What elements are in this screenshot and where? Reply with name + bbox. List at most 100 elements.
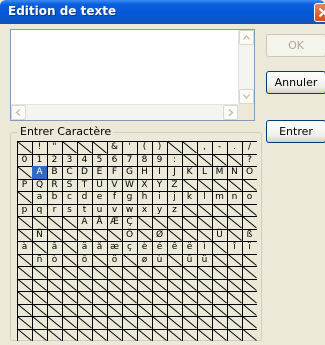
char-cell[interactable]: ï (242, 241, 257, 254)
char-cell-empty[interactable] (212, 254, 227, 267)
char-cell-empty[interactable] (197, 316, 212, 329)
char-cell[interactable]: d (77, 191, 92, 204)
char-cell-empty[interactable] (17, 304, 32, 317)
char-cell[interactable]: V (107, 179, 122, 192)
char-cell-empty[interactable] (137, 266, 152, 279)
char-cell[interactable]: E (92, 166, 107, 179)
char-cell[interactable]: M (212, 166, 227, 179)
char-cell-empty[interactable] (167, 141, 182, 154)
char-cell-empty[interactable] (77, 291, 92, 304)
char-cell-empty[interactable] (152, 291, 167, 304)
char-cell-empty[interactable] (92, 291, 107, 304)
char-cell[interactable]: 2 (47, 154, 62, 167)
char-cell-empty[interactable] (242, 316, 257, 329)
char-cell-empty[interactable] (212, 304, 227, 317)
char-cell-empty[interactable] (122, 291, 137, 304)
char-cell-empty[interactable] (152, 279, 167, 292)
char-cell-empty[interactable] (197, 266, 212, 279)
char-cell[interactable]: ) (152, 141, 167, 154)
char-cell[interactable]: O (242, 166, 257, 179)
char-cell[interactable]: ß (242, 229, 257, 242)
char-cell-empty[interactable] (107, 329, 122, 342)
char-cell-empty[interactable] (227, 279, 242, 292)
text-editor[interactable] (10, 29, 255, 121)
char-cell-empty[interactable] (212, 279, 227, 292)
char-cell[interactable]: s (62, 204, 77, 217)
char-cell-empty[interactable] (137, 316, 152, 329)
char-cell[interactable]: R (47, 179, 62, 192)
char-cell[interactable]: 3 (62, 154, 77, 167)
char-cell[interactable]: ' (122, 141, 137, 154)
char-cell-empty[interactable] (242, 179, 257, 192)
char-cell-empty[interactable] (197, 154, 212, 167)
char-cell-empty[interactable] (242, 254, 257, 267)
horizontal-scrollbar[interactable] (11, 104, 238, 120)
char-cell[interactable]: z (167, 204, 182, 217)
char-cell-empty[interactable] (227, 266, 242, 279)
char-cell-empty[interactable] (197, 329, 212, 342)
char-cell[interactable]: 8 (137, 154, 152, 167)
char-cell-empty[interactable] (167, 279, 182, 292)
char-cell[interactable]: S (62, 179, 77, 192)
char-cell[interactable]: k (182, 191, 197, 204)
char-cell[interactable]: ä (77, 241, 92, 254)
char-cell[interactable]: ë (182, 241, 197, 254)
char-cell[interactable]: X (137, 179, 152, 192)
char-cell[interactable]: " (47, 141, 62, 154)
char-cell[interactable]: o (242, 191, 257, 204)
title-bar[interactable]: Edition de texte (0, 0, 325, 24)
char-cell-empty[interactable] (212, 204, 227, 217)
char-cell-empty[interactable] (197, 229, 212, 242)
char-cell[interactable]: e (92, 191, 107, 204)
char-cell-empty[interactable] (62, 279, 77, 292)
char-cell-empty[interactable] (197, 216, 212, 229)
char-cell[interactable]: ù (152, 254, 167, 267)
char-cell-empty[interactable] (107, 266, 122, 279)
char-cell-empty[interactable] (32, 316, 47, 329)
char-cell-empty[interactable] (47, 266, 62, 279)
char-cell-empty[interactable] (167, 266, 182, 279)
char-cell[interactable]: b (47, 191, 62, 204)
char-cell[interactable]: x (137, 204, 152, 217)
char-cell-empty[interactable] (62, 304, 77, 317)
char-cell[interactable]: ( (137, 141, 152, 154)
char-cell-empty[interactable] (92, 141, 107, 154)
char-cell-empty[interactable] (77, 141, 92, 154)
char-cell-empty[interactable] (17, 229, 32, 242)
char-cell-empty[interactable] (17, 191, 32, 204)
char-cell[interactable]: G (122, 166, 137, 179)
char-cell-empty[interactable] (212, 329, 227, 342)
char-cell-empty[interactable] (62, 254, 77, 267)
char-cell[interactable]: B (47, 166, 62, 179)
char-cell[interactable]: ? (242, 154, 257, 167)
char-cell[interactable]: I (152, 166, 167, 179)
char-cell-empty[interactable] (182, 229, 197, 242)
char-cell-empty[interactable] (197, 304, 212, 317)
char-cell-empty[interactable] (212, 266, 227, 279)
scroll-right-button[interactable] (223, 105, 238, 120)
char-cell-empty[interactable] (62, 291, 77, 304)
char-cell[interactable]: ô (77, 254, 92, 267)
entrer-button[interactable]: Entrer (266, 120, 325, 143)
char-cell-empty[interactable] (152, 304, 167, 317)
char-cell[interactable]: Z (167, 179, 182, 192)
char-cell-empty[interactable] (167, 216, 182, 229)
char-cell-empty[interactable] (32, 329, 47, 342)
char-cell[interactable]: a (32, 191, 47, 204)
annuler-button[interactable]: Annuler (266, 71, 325, 94)
char-cell-empty[interactable] (17, 279, 32, 292)
char-cell-empty[interactable] (107, 316, 122, 329)
char-cell-empty[interactable] (107, 229, 122, 242)
char-cell[interactable]: i (152, 191, 167, 204)
char-cell[interactable]: N (227, 166, 242, 179)
char-cell-empty[interactable] (182, 266, 197, 279)
char-cell-empty[interactable] (17, 329, 32, 342)
char-cell-empty[interactable] (197, 179, 212, 192)
char-cell[interactable]: 0 (17, 154, 32, 167)
scroll-up-button[interactable] (239, 30, 254, 45)
char-cell-empty[interactable] (242, 291, 257, 304)
char-cell[interactable]: n (227, 191, 242, 204)
char-cell-empty[interactable] (77, 229, 92, 242)
char-cell-empty[interactable] (62, 229, 77, 242)
char-cell-empty[interactable] (137, 229, 152, 242)
